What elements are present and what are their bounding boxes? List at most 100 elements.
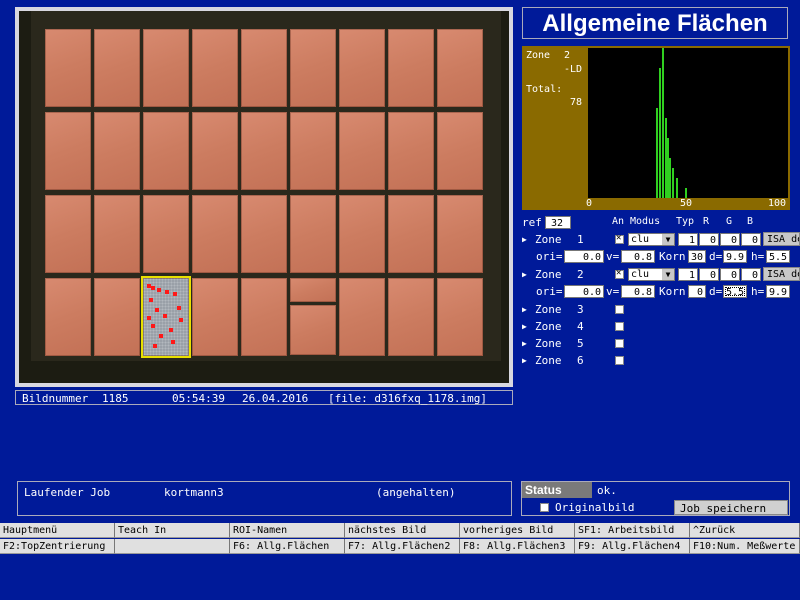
zone-5-expand-icon[interactable]: ▶: [522, 339, 527, 348]
tile: [290, 195, 336, 273]
zone-3-enable-checkbox[interactable]: [615, 305, 624, 314]
tile: [339, 278, 385, 356]
fkey-f7-allg-flaechen2[interactable]: F7: Allg.Flächen2: [345, 539, 460, 554]
originalbild-checkbox[interactable]: [540, 503, 549, 512]
zone-1-g[interactable]: 0: [720, 233, 740, 246]
zone-2-g[interactable]: 0: [720, 268, 740, 281]
save-job-button[interactable]: Job speichern: [674, 500, 788, 515]
zone-2-expand-icon[interactable]: ▶: [522, 270, 527, 279]
fkey-teach-in[interactable]: Teach In: [115, 523, 230, 538]
tile: [437, 29, 483, 107]
ref-input[interactable]: 32: [545, 216, 571, 229]
zone-1-modus-select[interactable]: clu ▼: [628, 233, 675, 246]
tile: [143, 195, 189, 273]
histogram-panel: Zone 2 -LD Total: 78 0 50 100: [522, 46, 790, 210]
fkey-empty[interactable]: [115, 539, 230, 554]
status-panel: Status ok. Originalbild Job speichern: [521, 481, 790, 516]
tile: [437, 195, 483, 273]
zone-2-b[interactable]: 0: [741, 268, 761, 281]
page-title-box: Allgemeine Flächen: [522, 7, 788, 39]
zone-2-number: 2: [577, 268, 584, 281]
bildnummer-label: Bildnummer: [22, 392, 89, 405]
zone-5-label: Zone: [535, 337, 562, 350]
zone-1-ori[interactable]: 0.0: [564, 250, 604, 263]
hist-tick-100: 100: [768, 198, 787, 209]
zone-2-korn[interactable]: 0: [688, 285, 706, 298]
zone-4-enable-checkbox[interactable]: [615, 322, 624, 331]
tile: [241, 195, 287, 273]
fkey-f8-allg-flaechen3[interactable]: F8: Allg.Flächen3: [460, 539, 575, 554]
fkey-f2-topzentrierung[interactable]: F2:TopZentrierung: [0, 539, 115, 554]
histogram-bar: [662, 48, 664, 198]
zone-2-h[interactable]: 9.9: [766, 285, 790, 298]
bildnummer-value: 1185: [102, 392, 129, 405]
hist-tick-50: 50: [680, 198, 693, 209]
tile: [94, 112, 140, 190]
zone-6-enable-checkbox[interactable]: [615, 356, 624, 365]
tile: [45, 29, 91, 107]
fkey-zurueck[interactable]: ^Zurück: [690, 523, 800, 538]
zone-2-isa-button[interactable]: ISA de: [763, 267, 800, 281]
zone-2-ori[interactable]: 0.0: [564, 285, 604, 298]
camera-image-frame: [15, 7, 513, 387]
zone-1-enable-checkbox[interactable]: [615, 233, 624, 244]
fkey-hauptmenue[interactable]: Hauptmenü: [0, 523, 115, 538]
tile: [94, 278, 140, 356]
fkey-sf1-arbeitsbild[interactable]: SF1: Arbeitsbild: [575, 523, 690, 538]
zone-2-enable-checkbox[interactable]: [615, 268, 624, 279]
histogram-bar: [659, 68, 661, 198]
zone-2-d[interactable]: 5.5: [723, 285, 747, 298]
header-r: R: [703, 216, 710, 227]
zone-6-expand-icon[interactable]: ▶: [522, 356, 527, 365]
zone-1-korn[interactable]: 30: [688, 250, 706, 263]
fkey-naechstes-bild[interactable]: nächstes Bild: [345, 523, 460, 538]
zone-6-label: Zone: [535, 354, 562, 367]
tile: [143, 29, 189, 107]
zone-1-b[interactable]: 0: [741, 233, 761, 246]
zone-1-ori-label: ori=: [536, 250, 563, 263]
zone-2-ori-label: ori=: [536, 285, 563, 298]
hist-total-label: Total:: [526, 84, 563, 95]
zone-1-d[interactable]: 9.9: [723, 250, 747, 263]
zone-2-typ[interactable]: 1: [678, 268, 698, 281]
zone-3-expand-icon[interactable]: ▶: [522, 305, 527, 314]
camera-image[interactable]: [19, 11, 509, 383]
image-file: [file: d316fxq_1178.img]: [328, 392, 487, 405]
image-date: 26.04.2016: [242, 392, 309, 405]
hist-suffix: -LD: [564, 64, 583, 75]
defect-marker: [177, 306, 181, 310]
zone-5-enable-checkbox[interactable]: [615, 339, 624, 348]
fkey-f10-num-messwerte[interactable]: F10:Num. Meßwerte: [690, 539, 800, 554]
defect-marker: [165, 290, 169, 294]
zone-2-h-label: h=: [751, 285, 765, 298]
tile: [388, 195, 434, 273]
zone-1-label: Zone: [535, 233, 562, 246]
tile: [143, 112, 189, 190]
page-title: Allgemeine Flächen: [542, 10, 768, 37]
zone-2-v[interactable]: 0.8: [621, 285, 655, 298]
tile: [290, 305, 336, 355]
zone-1-isa-button[interactable]: ISA de: [763, 232, 800, 246]
fkey-vorheriges-bild[interactable]: vorheriges Bild: [460, 523, 575, 538]
zone-2-modus-select[interactable]: clu ▼: [628, 268, 675, 281]
tile: [388, 29, 434, 107]
tile: [45, 278, 91, 356]
tile: [437, 112, 483, 190]
zone-1-number: 1: [577, 233, 584, 246]
defect-marker: [147, 316, 151, 320]
zone-1-expand-icon[interactable]: ▶: [522, 235, 527, 244]
zone-1-h[interactable]: 5.5: [766, 250, 790, 263]
zone-1-v[interactable]: 0.8: [621, 250, 655, 263]
status-value: ok.: [597, 484, 617, 497]
zone-3-number: 3: [577, 303, 584, 316]
zone-1-korn-label: Korn: [659, 250, 686, 263]
job-label: Laufender Job: [24, 486, 111, 499]
fkey-f9-allg-flaechen4[interactable]: F9: Allg.Flächen4: [575, 539, 690, 554]
zone-4-expand-icon[interactable]: ▶: [522, 322, 527, 331]
zone-1-typ[interactable]: 1: [678, 233, 698, 246]
zone-2-r[interactable]: 0: [699, 268, 719, 281]
fkey-f6-allg-flaechen[interactable]: F6: Allg.Flächen: [230, 539, 345, 554]
fkey-roi-namen[interactable]: ROI-Namen: [230, 523, 345, 538]
zone-1-r[interactable]: 0: [699, 233, 719, 246]
histogram-bar: [672, 168, 674, 198]
